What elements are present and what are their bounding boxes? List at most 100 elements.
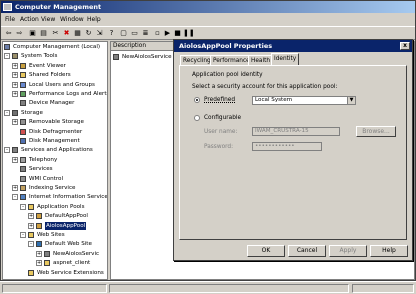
tree-item[interactable]: Disk Management — [3, 137, 107, 145]
tree-item-label: Services and Applications — [21, 147, 93, 154]
menu-help[interactable]: Help — [87, 15, 101, 24]
apply-button[interactable]: Apply — [329, 245, 367, 257]
tree-item[interactable]: + Indexing Service — [3, 184, 107, 192]
tree-item[interactable]: WMI Control — [3, 175, 107, 183]
expand-icon[interactable]: + — [12, 62, 18, 69]
collapse-icon[interactable]: - — [4, 109, 10, 116]
expand-icon[interactable]: + — [12, 185, 18, 191]
expand-icon[interactable]: + — [28, 222, 34, 229]
tree-item[interactable]: + DefaultAppPool — [3, 212, 107, 220]
menu-action[interactable]: Action — [20, 15, 39, 24]
expand-icon[interactable]: + — [12, 156, 18, 163]
cut-icon[interactable]: ✂ — [51, 29, 60, 38]
tree-item[interactable]: + NewAiolosServic — [3, 250, 107, 258]
back-icon[interactable]: ⇦ — [4, 29, 13, 38]
expand-icon[interactable]: + — [12, 91, 18, 97]
expand-icon[interactable]: + — [36, 260, 42, 267]
tab-identity[interactable]: Identity — [271, 53, 300, 65]
tree-item[interactable]: + Local Users and Groups — [3, 81, 107, 89]
gear-icon — [113, 54, 119, 60]
export-icon[interactable]: ⇲ — [95, 29, 104, 38]
computer-icon[interactable]: ▭ — [130, 29, 139, 38]
tree-item[interactable]: + Removable Storage — [3, 118, 107, 126]
predefined-label[interactable]: Predefined — [204, 97, 235, 103]
properties-icon[interactable]: ▦ — [73, 29, 82, 38]
up-folder-icon[interactable]: ▣ — [28, 29, 37, 38]
tree-item-label: aspnet_client — [53, 260, 91, 267]
computer-management-icon — [3, 3, 12, 11]
help-icon[interactable]: ? — [107, 29, 116, 38]
tree-item[interactable]: + Event Viewer — [3, 62, 107, 70]
tab-performance[interactable]: Performance — [210, 55, 253, 65]
description-column-header[interactable]: Description — [111, 42, 181, 51]
pause-icon[interactable]: ❚❚ — [183, 29, 195, 38]
delete-icon[interactable]: ✖ — [62, 29, 71, 38]
close-icon[interactable]: x — [400, 42, 410, 50]
computer-icon — [4, 44, 10, 50]
collapse-icon[interactable]: - — [20, 232, 26, 238]
tree-item[interactable]: - Storage — [3, 109, 107, 117]
cancel-button[interactable]: Cancel — [288, 245, 326, 257]
tree-item[interactable]: - System Tools — [3, 52, 107, 60]
view-icon[interactable]: ▢ — [119, 29, 128, 38]
tree-item[interactable]: - Internet Information Services — [3, 193, 107, 201]
instruction-text: Select a security account for this appli… — [192, 84, 338, 90]
tree-item[interactable]: + aspnet_client — [3, 259, 107, 267]
window-title: Computer Management — [15, 3, 102, 11]
user-name-field[interactable]: IWAM_CRUSTRA-15 — [252, 127, 340, 136]
expand-icon[interactable]: + — [36, 250, 42, 257]
collapse-icon[interactable]: - — [4, 53, 10, 60]
dialog-title: AiolosAppPool Properties — [179, 42, 273, 50]
chevron-down-icon[interactable]: ▼ — [347, 97, 355, 104]
expand-icon[interactable]: + — [28, 213, 34, 220]
collapse-icon[interactable]: - — [4, 147, 10, 154]
forward-icon[interactable]: ⇨ — [15, 29, 24, 38]
gear-icon — [44, 250, 50, 257]
tree-item[interactable]: Computer Management (Local) — [3, 43, 107, 51]
play-icon[interactable]: ▶ — [163, 29, 172, 38]
tree-item[interactable]: + Shared Folders — [3, 71, 107, 79]
new-icon[interactable]: ▫ — [153, 29, 162, 38]
tree-item[interactable]: - Web Sites — [3, 231, 107, 239]
collapse-icon[interactable]: - — [28, 241, 34, 248]
tree-item-label: Web Service Extensions — [37, 269, 104, 276]
expand-icon[interactable]: + — [12, 81, 18, 88]
menu-view[interactable]: View — [41, 15, 55, 24]
configurable-radio[interactable] — [194, 115, 200, 121]
menu-file[interactable]: File — [5, 15, 15, 24]
expand-icon[interactable]: + — [12, 72, 18, 79]
collapse-icon[interactable]: - — [12, 194, 18, 201]
menu-window[interactable]: Window — [60, 15, 84, 24]
tree-item[interactable]: + Telephony — [3, 156, 107, 164]
tree-item-label: Removable Storage — [29, 119, 84, 126]
tree-item[interactable]: - Default Web Site — [3, 240, 107, 248]
tree-item[interactable]: Web Service Extensions — [3, 269, 107, 277]
tree-item-label: NewAiolosServic — [53, 250, 100, 257]
tab-recycling[interactable]: Recycling — [180, 55, 214, 65]
tree-item[interactable]: + Performance Logs and Alerts — [3, 90, 107, 98]
predefined-account-select[interactable]: Local System ▼ — [252, 96, 356, 105]
password-field[interactable]: •••••••••••• — [252, 142, 322, 151]
collapse-icon[interactable]: - — [20, 203, 26, 210]
folder-icon — [44, 260, 50, 267]
refresh-icon[interactable]: ↻ — [84, 29, 93, 38]
configurable-label[interactable]: Configurable — [204, 115, 241, 121]
ok-button[interactable]: OK — [247, 245, 285, 257]
tree-item[interactable]: - Application Pools — [3, 203, 107, 211]
stop-icon[interactable]: ■ — [173, 29, 182, 38]
removable-icon — [20, 119, 26, 126]
tree-item[interactable]: Device Manager — [3, 99, 107, 107]
show-tree-icon[interactable]: ▤ — [39, 29, 48, 38]
tab-health[interactable]: Health — [248, 55, 274, 65]
expand-icon[interactable]: + — [12, 119, 18, 126]
help-button[interactable]: Help — [370, 245, 408, 257]
tree-item[interactable]: - Services and Applications — [3, 146, 107, 154]
tree-item[interactable]: Disk Defragmenter — [3, 128, 107, 136]
predefined-radio[interactable] — [194, 97, 200, 103]
user-name-label: User name: — [204, 129, 238, 135]
tree-item[interactable]: Services — [3, 165, 107, 173]
tree-item[interactable]: + AiolosAppPool — [3, 221, 107, 230]
list-icon[interactable]: ≣ — [141, 29, 150, 38]
browse-button[interactable]: Browse... — [356, 126, 396, 137]
console-tree-pane[interactable]: Computer Management (Local) - System Tools… — [2, 41, 108, 280]
